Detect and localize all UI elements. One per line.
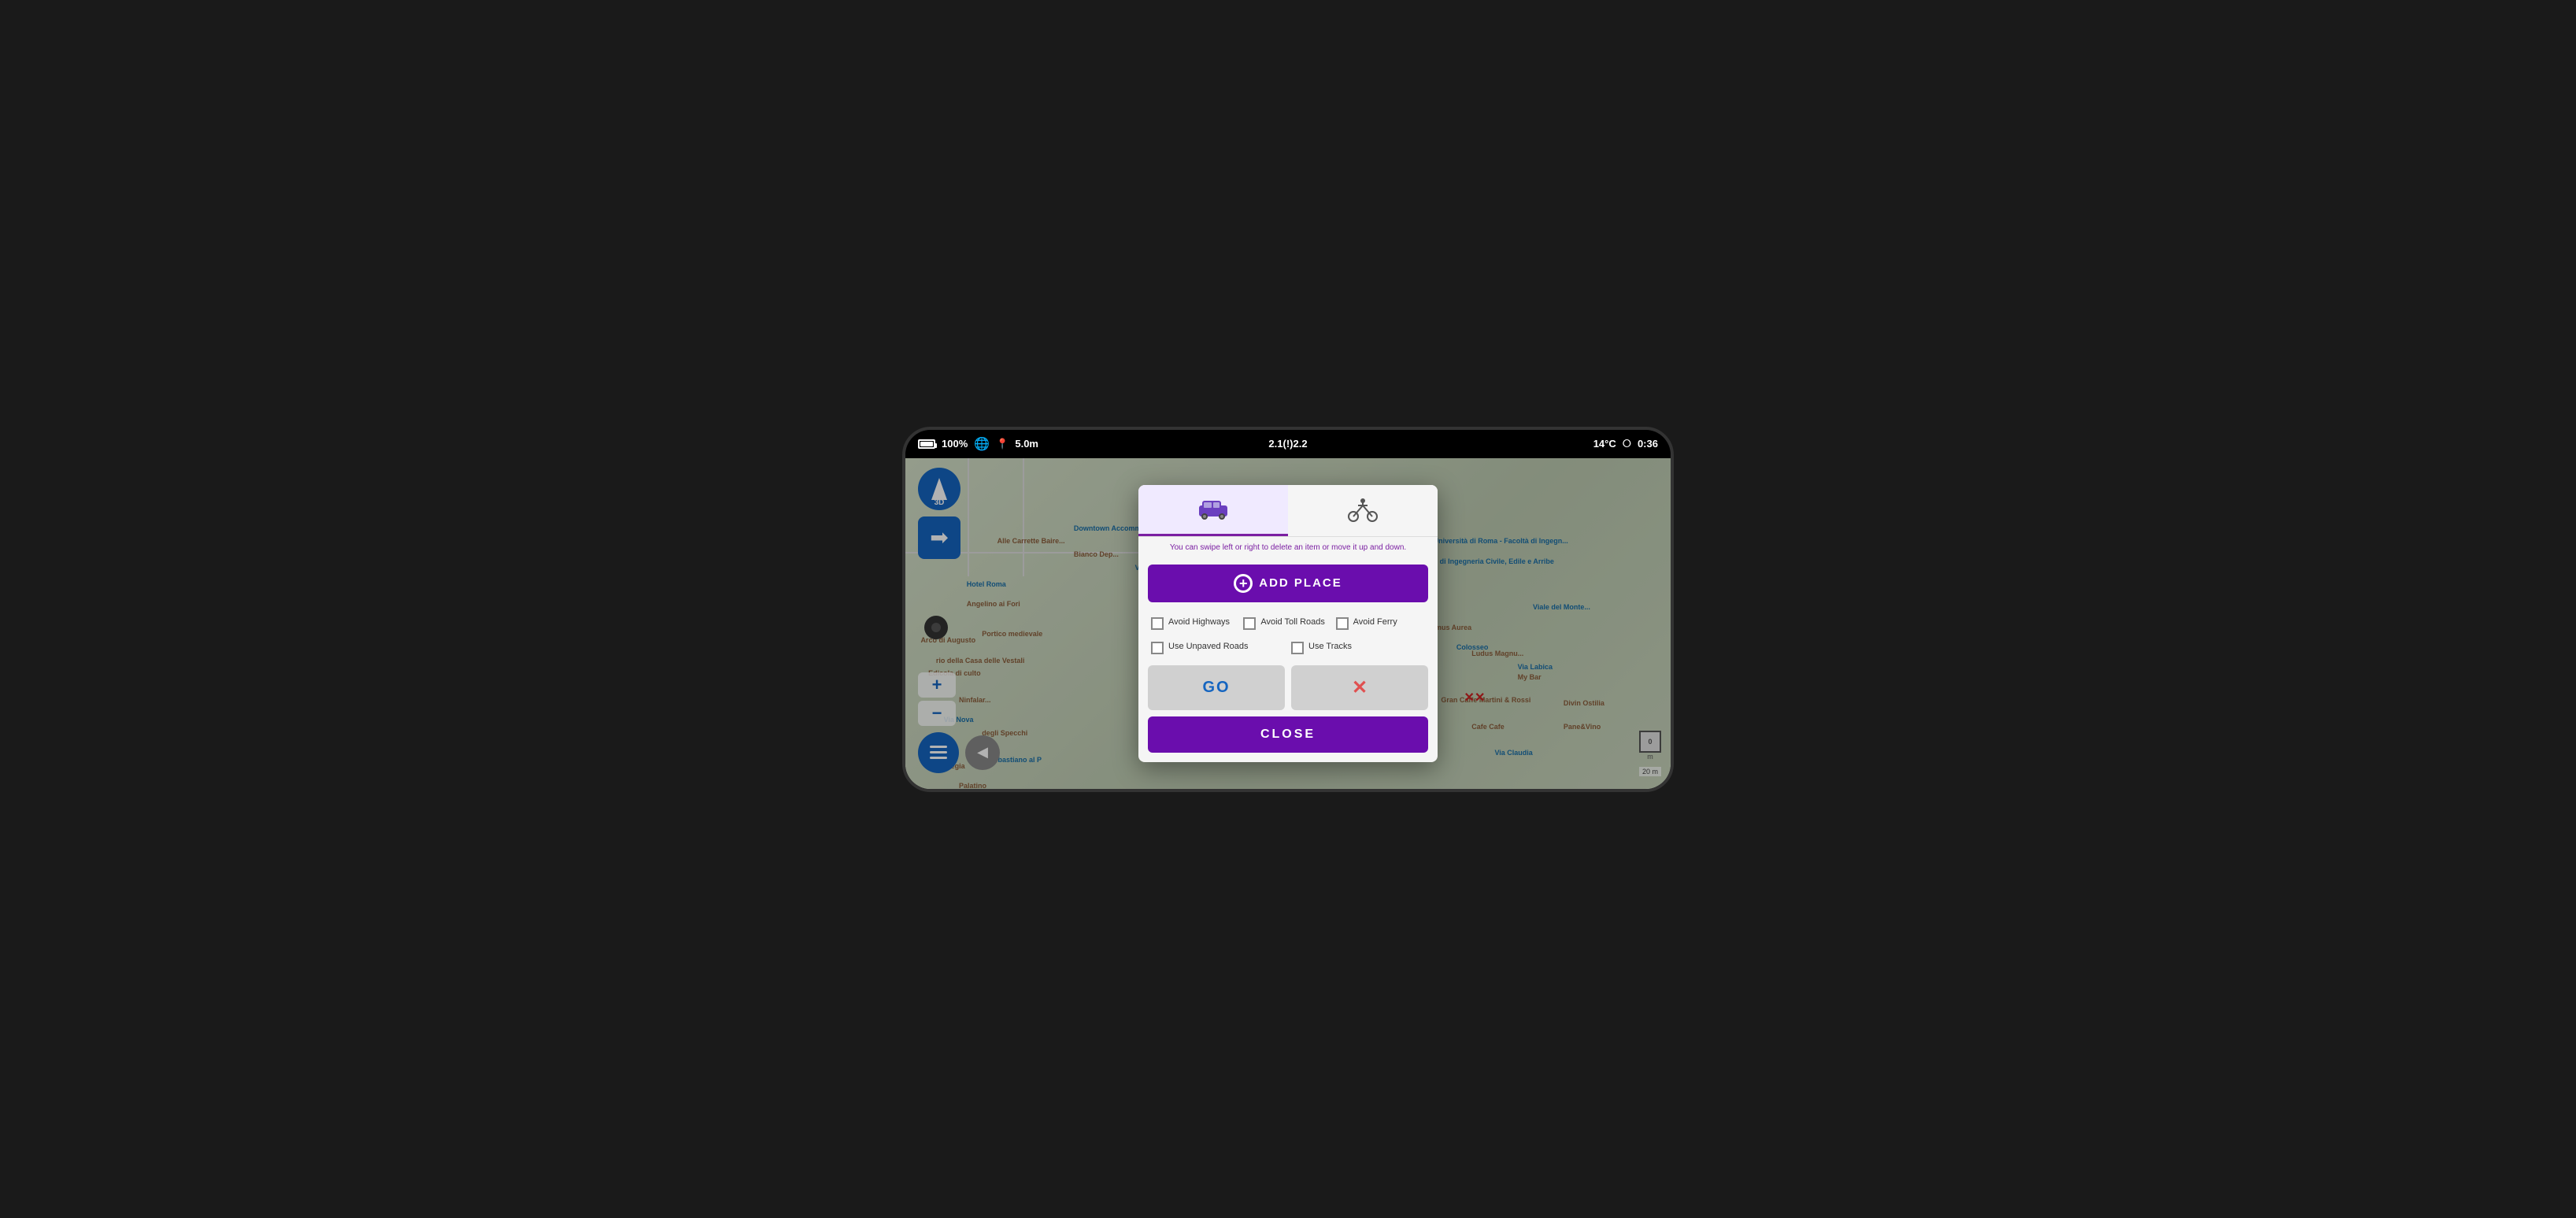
avoid-toll-checkbox[interactable] — [1243, 617, 1256, 630]
avoid-ferry-option[interactable]: Avoid Ferry — [1336, 616, 1425, 630]
bike-transport-tab[interactable] — [1288, 485, 1438, 536]
status-bar: 100% 🌐 📍 5.0m 2.1(!)2.2 14°C ⭘ 0:36 — [905, 430, 1671, 458]
phone-frame: 100% 🌐 📍 5.0m 2.1(!)2.2 14°C ⭘ 0:36 — [902, 427, 1674, 792]
avoid-ferry-label: Avoid Ferry — [1353, 616, 1397, 628]
status-center: 2.1(!)2.2 — [1164, 438, 1411, 450]
gps-icon: 📍 — [996, 438, 1009, 450]
cancel-icon: ✕ — [1352, 676, 1368, 699]
swipe-hint: You can swipe left or right to delete an… — [1138, 537, 1438, 558]
battery-icon — [918, 439, 935, 449]
avoid-toll-option[interactable]: Avoid Toll Roads — [1243, 616, 1332, 630]
route-options-row1: Avoid Highways Avoid Toll Roads Avoid Fe… — [1138, 609, 1438, 638]
bike-icon — [1347, 498, 1379, 523]
avoid-highways-label: Avoid Highways — [1168, 616, 1230, 628]
transport-tabs — [1138, 485, 1438, 537]
time: 0:36 — [1638, 438, 1658, 450]
close-button[interactable]: CLOSE — [1148, 716, 1428, 753]
speed-display: 2.1(!)2.2 — [1268, 438, 1307, 450]
cancel-button[interactable]: ✕ — [1291, 665, 1428, 710]
status-right: 14°C ⭘ 0:36 — [1412, 437, 1658, 450]
action-buttons: GO ✕ — [1138, 662, 1438, 716]
use-tracks-checkbox[interactable] — [1291, 642, 1304, 654]
bluetooth-icon: ⭘ — [1623, 437, 1631, 450]
battery-percent: 100% — [942, 438, 968, 450]
close-label: CLOSE — [1260, 727, 1316, 741]
gps-accuracy: 5.0m — [1015, 438, 1038, 450]
route-dialog: You can swipe left or right to delete an… — [1138, 485, 1438, 762]
use-unpaved-option[interactable]: Use Unpaved Roads — [1151, 641, 1285, 654]
go-button[interactable]: GO — [1148, 665, 1285, 710]
temperature: 14°C — [1593, 438, 1616, 450]
car-transport-tab[interactable] — [1138, 485, 1288, 536]
avoid-ferry-checkbox[interactable] — [1336, 617, 1349, 630]
globe-icon: 🌐 — [974, 436, 990, 452]
avoid-highways-option[interactable]: Avoid Highways — [1151, 616, 1240, 630]
use-unpaved-checkbox[interactable] — [1151, 642, 1164, 654]
use-tracks-label: Use Tracks — [1308, 641, 1352, 652]
use-unpaved-label: Use Unpaved Roads — [1168, 641, 1249, 652]
use-tracks-option[interactable]: Use Tracks — [1291, 641, 1425, 654]
dialog-overlay: You can swipe left or right to delete an… — [905, 458, 1671, 789]
route-options-row2: Use Unpaved Roads Use Tracks — [1138, 638, 1438, 662]
car-icon — [1196, 498, 1231, 521]
avoid-toll-label: Avoid Toll Roads — [1260, 616, 1325, 628]
status-left: 100% 🌐 📍 5.0m — [918, 436, 1164, 452]
add-place-label: ADD PLACE — [1259, 576, 1342, 590]
map-container: Alle Carrette Baire... Downtown Accommod… — [905, 458, 1671, 789]
add-place-circle-icon: + — [1234, 574, 1253, 593]
avoid-highways-checkbox[interactable] — [1151, 617, 1164, 630]
add-place-button[interactable]: + ADD PLACE — [1148, 565, 1428, 602]
